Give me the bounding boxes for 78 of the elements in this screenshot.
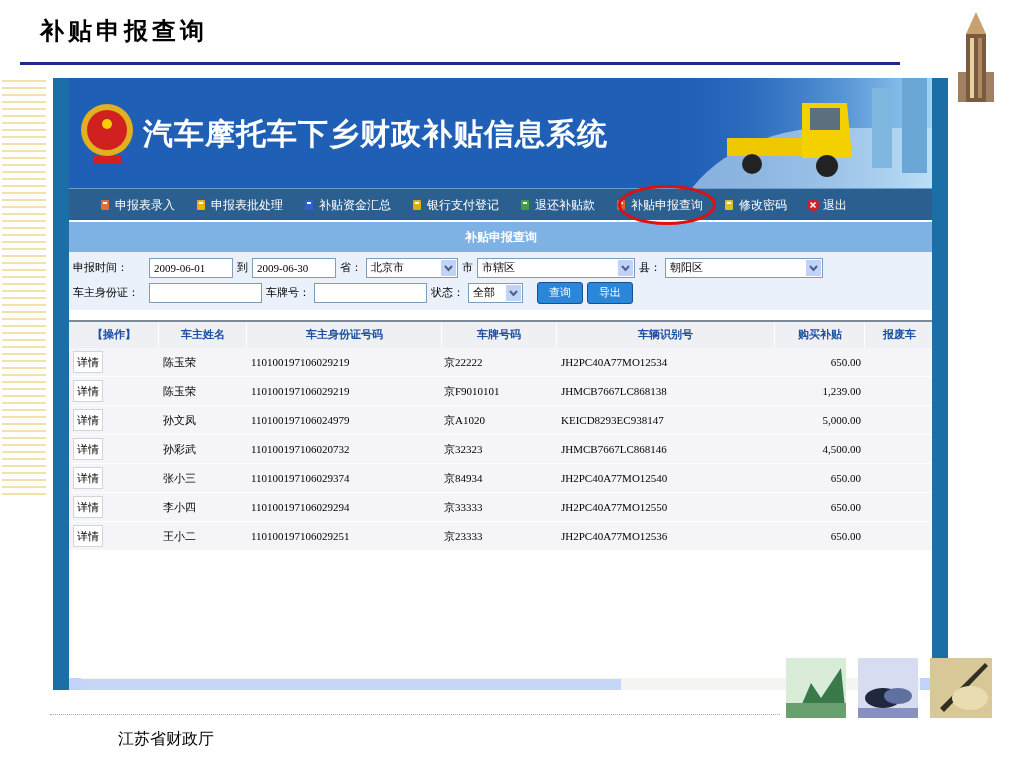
table-cell-text: 孙文凤 — [163, 412, 196, 428]
scroll-thumb[interactable] — [81, 678, 621, 690]
table-cell-text: 110100197106029219 — [251, 383, 350, 399]
field-label: 车主身份证： — [73, 284, 140, 301]
province-select[interactable]: 北京市 — [366, 258, 458, 278]
footer-text: 江苏省财政厅 — [118, 728, 215, 750]
banner-title: 汽车摩托车下乡财政补贴信息系统 — [143, 114, 608, 153]
field-label: 省： — [340, 259, 362, 276]
table-cell-text: JH2PC40A77MO12536 — [561, 528, 668, 544]
field-label: 车牌号： — [266, 284, 310, 301]
table-cell-text: 京32323 — [444, 441, 483, 457]
field-label: 县： — [639, 259, 661, 276]
dropdown-icon — [506, 285, 521, 301]
table-cell-text: 张小三 — [163, 470, 196, 486]
table-cell-text: 京A1020 — [444, 412, 485, 428]
nav-link[interactable]: 申报表批处理 — [211, 195, 283, 214]
nav-link[interactable]: 退还补贴款 — [535, 195, 595, 214]
city-select[interactable]: 市辖区 — [477, 258, 635, 278]
table-cell-text: JHMCB7667LC868146 — [561, 441, 667, 457]
table-cell-text: 110100197106029374 — [251, 470, 350, 486]
field-label: 到 — [237, 259, 248, 276]
table-cell-text: 孙彩武 — [163, 441, 196, 457]
table-cell-text: JH2PC40A77MO12534 — [561, 354, 668, 370]
table-cell-text: JHMCB7667LC868138 — [561, 383, 667, 399]
query-button[interactable]: 查询 — [537, 282, 583, 304]
table-cell-text: 京22222 — [444, 354, 483, 370]
date-field[interactable]: 2009-06-01 — [149, 258, 233, 278]
details-button[interactable]: 详情 — [73, 409, 103, 431]
table-cell-text: 110100197106029219 — [251, 354, 350, 370]
table-cell-text: 110100197106024979 — [251, 412, 350, 428]
table-cell-text: 650.00 — [830, 499, 861, 515]
nav-link[interactable]: 修改密码 — [739, 195, 787, 214]
panel-title: 补贴申报查询 — [464, 229, 537, 246]
details-button[interactable]: 详情 — [73, 380, 103, 402]
plate-field[interactable] — [314, 283, 427, 303]
table-cell-text: 京84934 — [444, 470, 483, 486]
table-cell-text: 650.00 — [830, 354, 861, 370]
table-cell-text: 陈玉荣 — [163, 383, 196, 399]
nav-link[interactable]: 申报表录入 — [115, 195, 175, 214]
table-cell-text: 5,000.00 — [822, 412, 861, 428]
field-label: 状态： — [431, 284, 464, 301]
table-cell-text: 京33333 — [444, 499, 483, 515]
table-cell-text: 李小四 — [163, 499, 196, 515]
table-cell-text: 650.00 — [830, 470, 861, 486]
table-cell-text: 1,239.00 — [822, 383, 861, 399]
table-cell-text: 650.00 — [830, 528, 861, 544]
nav-link[interactable]: 补贴资金汇总 — [319, 195, 391, 214]
table-cell-text: 110100197106029294 — [251, 499, 350, 515]
dropdown-icon — [618, 260, 633, 276]
scroll-left-icon — [69, 678, 81, 690]
details-button[interactable]: 详情 — [73, 496, 103, 518]
table-cell-text: JH2PC40A77MO12550 — [561, 499, 668, 515]
county-select[interactable]: 朝阳区 — [665, 258, 823, 278]
table-cell-text: 王小二 — [163, 528, 196, 544]
table-cell-text: 4,500.00 — [822, 441, 861, 457]
details-button[interactable]: 详情 — [73, 467, 103, 489]
details-button[interactable]: 详情 — [73, 525, 103, 547]
slide-title: 补贴申报查询 — [40, 15, 208, 47]
table-cell-text: KEICD8293EC938147 — [561, 412, 664, 428]
field-label: 申报时间： — [73, 259, 129, 276]
close-icon — [807, 198, 819, 211]
table-cell-text: 陈玉荣 — [163, 354, 196, 370]
table-cell-text: JH2PC40A77MO12540 — [561, 470, 668, 486]
details-button[interactable]: 详情 — [73, 438, 103, 460]
id-field[interactable] — [149, 283, 262, 303]
export-button[interactable]: 导出 — [587, 282, 633, 304]
field-label: 市 — [462, 259, 473, 276]
details-button[interactable]: 详情 — [73, 351, 103, 373]
status-select[interactable]: 全部 — [468, 283, 523, 303]
table-cell-text: 110100197106029251 — [251, 528, 350, 544]
nav-link[interactable]: 银行支付登记 — [427, 195, 499, 214]
date-field[interactable]: 2009-06-30 — [252, 258, 336, 278]
table-cell-text: 110100197106020732 — [251, 441, 350, 457]
table-cell-text: 京23333 — [444, 528, 483, 544]
dropdown-icon — [441, 260, 456, 276]
table-cell-text: 京F9010101 — [444, 383, 500, 399]
dropdown-icon — [806, 260, 821, 276]
nav-link[interactable]: 退出 — [823, 195, 847, 214]
